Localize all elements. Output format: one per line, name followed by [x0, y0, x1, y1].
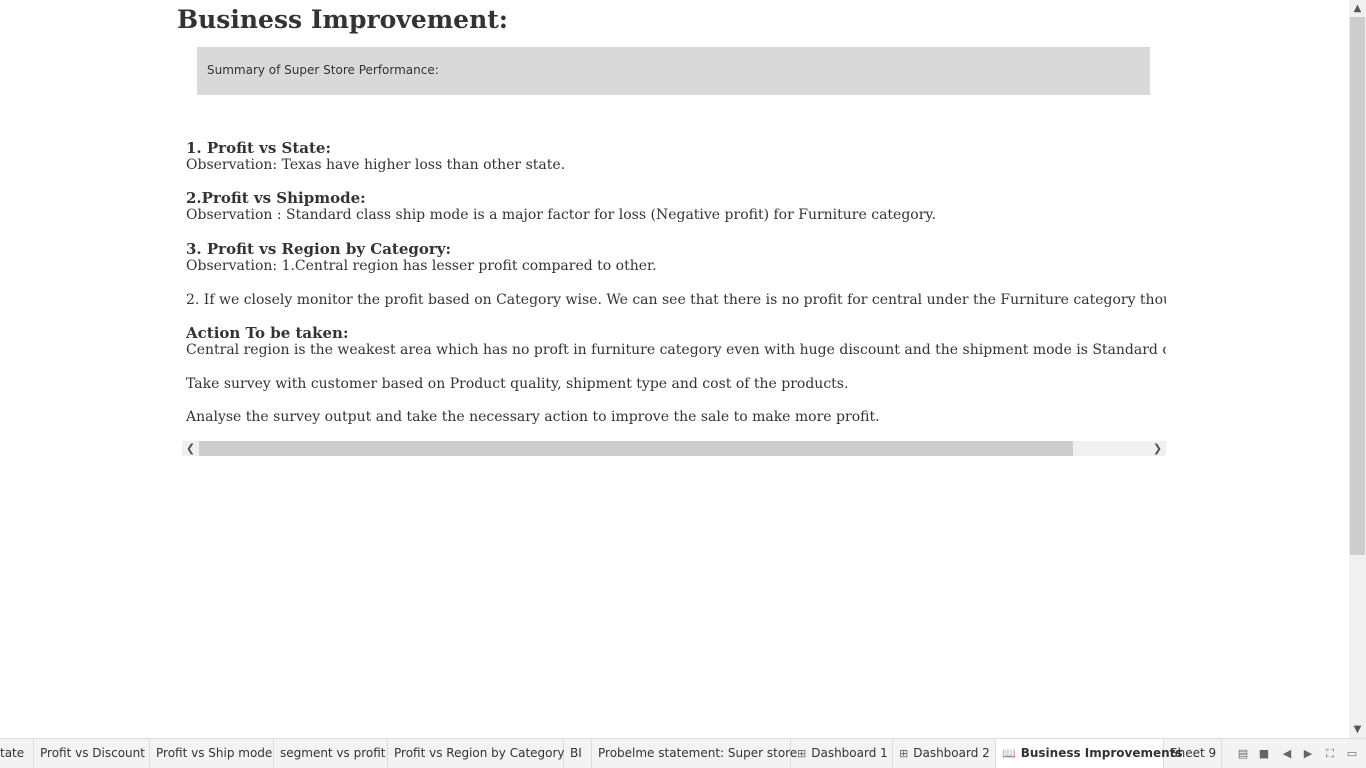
- dashboard-grid-icon: ⊞: [797, 747, 807, 760]
- tab-profit-vs-ship-mode[interactable]: Profit vs Ship mode: [150, 739, 274, 768]
- section3-observation-1: Observation: 1.Central region has lesser…: [186, 258, 657, 274]
- tab-label: segment vs profit: [280, 746, 386, 760]
- action-heading: Action To be taken:: [186, 324, 349, 342]
- vertical-scrollbar[interactable]: ▲ ▼: [1349, 0, 1366, 738]
- section2-observation: Observation : Standard class ship mode i…: [186, 207, 936, 223]
- section2-heading: 2.Profit vs Shipmode:: [186, 189, 366, 207]
- tab-label: Business Improvements: [1020, 746, 1183, 760]
- presentation-mode-icon[interactable]: ▭: [1345, 747, 1359, 761]
- fit-screen-icon[interactable]: ⛶: [1323, 747, 1337, 761]
- section3-observation-2: 2. If we closely monitor the profit base…: [186, 292, 1166, 308]
- sheet-tab-bar: tate Profit vs Discount Profit vs Ship m…: [0, 738, 1366, 768]
- vertical-scroll-thumb[interactable]: [1350, 17, 1365, 555]
- tab-label: Sheet 9: [1170, 746, 1217, 760]
- tab-label: Profit vs Discount: [40, 746, 145, 760]
- section3-heading: 3. Profit vs Region by Category:: [186, 240, 452, 258]
- section1-observation: Observation: Texas have higher loss than…: [186, 157, 566, 173]
- horizontal-scroll-thumb[interactable]: [199, 441, 1073, 456]
- tab-label: tate: [0, 746, 25, 760]
- page-title: Business Improvement:: [177, 5, 509, 34]
- tab-label: Dashboard 2: [913, 746, 990, 760]
- action-item-1: Central region is the weakest area which…: [186, 342, 1166, 358]
- tab-profit-vs-discount[interactable]: Profit vs Discount: [34, 739, 150, 768]
- tab-segment-vs-profit[interactable]: segment vs profit: [274, 739, 388, 768]
- previous-sheet-icon[interactable]: ◀: [1280, 747, 1294, 761]
- tab-label: Profit vs Ship mode: [156, 746, 273, 760]
- next-sheet-icon[interactable]: ▶: [1301, 747, 1315, 761]
- tab-label: BI: [570, 746, 582, 760]
- tab-label: Probelme statement: Super store: [598, 746, 798, 760]
- tab-problem-statement[interactable]: Probelme statement: Super store: [592, 739, 797, 768]
- tab-state[interactable]: tate: [0, 739, 34, 768]
- show-tabs-icon[interactable]: ■: [1257, 747, 1271, 761]
- story-book-icon: 📖: [1002, 747, 1016, 760]
- action-item-3: Analyse the survey output and take the n…: [186, 409, 880, 425]
- tab-dashboard-2[interactable]: ⊞ Dashboard 2: [893, 739, 996, 768]
- summary-box[interactable]: Summary of Super Store Performance:: [197, 47, 1150, 95]
- scroll-right-icon[interactable]: ❯: [1150, 441, 1165, 456]
- summary-label: Summary of Super Store Performance:: [207, 63, 439, 77]
- tab-label: Profit vs Region by Category: [394, 746, 565, 760]
- scroll-up-icon[interactable]: ▲: [1349, 0, 1366, 17]
- tab-label: Dashboard 1: [811, 746, 888, 760]
- horizontal-scrollbar[interactable]: ❮ ❯: [182, 441, 1166, 456]
- scroll-down-icon[interactable]: ▼: [1349, 721, 1366, 738]
- tab-sheet-9[interactable]: Sheet 9: [1164, 739, 1222, 768]
- tab-dashboard-1[interactable]: ⊞ Dashboard 1: [791, 739, 893, 768]
- action-item-2: Take survey with customer based on Produ…: [186, 376, 849, 392]
- tab-business-improvements[interactable]: 📖 Business Improvements: [996, 739, 1183, 768]
- dashboard-grid-icon: ⊞: [899, 747, 909, 760]
- story-viewport[interactable]: 1. Profit vs State: Observation: Texas h…: [182, 132, 1166, 437]
- section1-heading: 1. Profit vs State:: [186, 139, 331, 157]
- tab-profit-vs-region-by-category[interactable]: Profit vs Region by Category: [388, 739, 565, 768]
- tab-bi[interactable]: BI: [564, 739, 592, 768]
- scroll-left-icon[interactable]: ❮: [183, 441, 198, 456]
- show-filmstrip-icon[interactable]: ▤: [1236, 747, 1250, 761]
